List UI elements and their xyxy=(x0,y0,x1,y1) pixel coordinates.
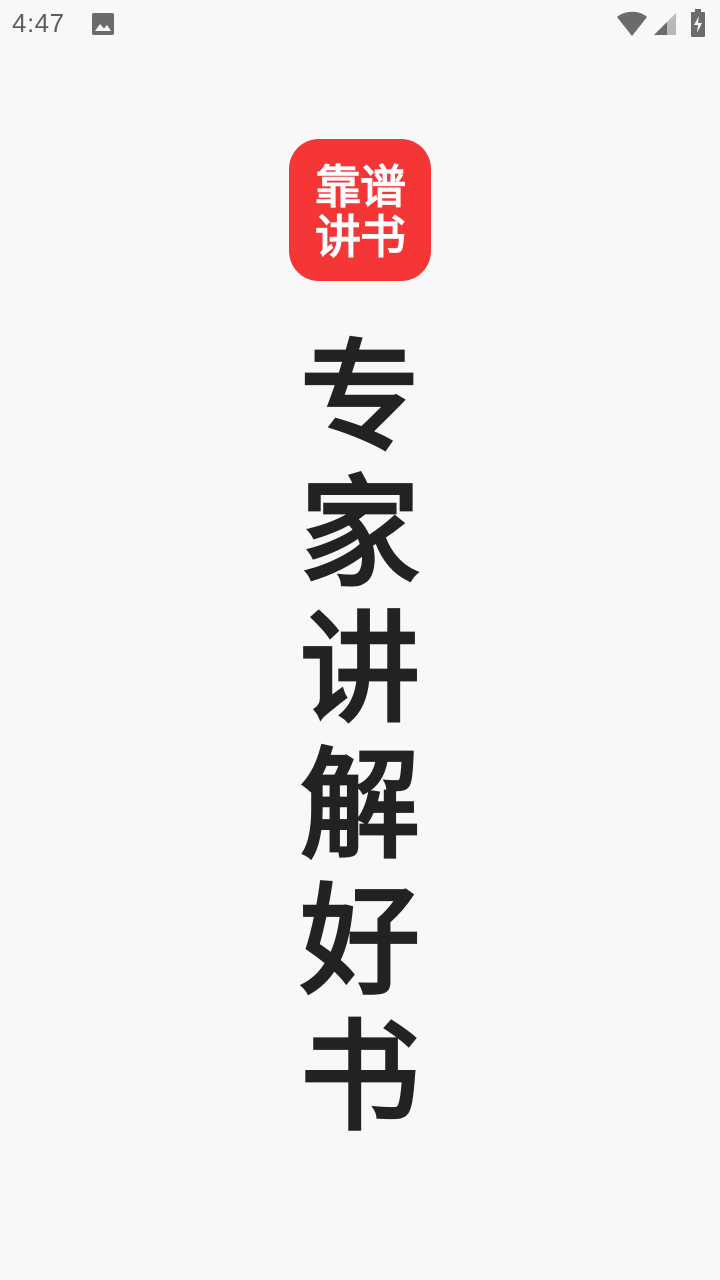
slogan-char: 家 xyxy=(300,463,420,604)
slogan-char: 解 xyxy=(300,735,420,876)
slogan: 专 家 讲 解 好 书 xyxy=(260,330,460,1146)
status-time: 4:47 xyxy=(12,8,65,38)
status-bar: 4:47 xyxy=(0,0,720,50)
logo-text-line-2: 讲书 xyxy=(315,210,406,264)
app-logo: 靠谱 讲书 xyxy=(289,139,431,281)
slogan-char: 专 xyxy=(300,327,420,468)
logo-text-line-1: 靠谱 xyxy=(315,160,406,214)
image-icon xyxy=(92,13,114,35)
signal-icon xyxy=(654,13,676,35)
slogan-char: 好 xyxy=(300,871,420,1012)
wifi-icon xyxy=(617,11,647,36)
slogan-char: 讲 xyxy=(300,599,420,740)
battery-charging-icon xyxy=(691,9,705,37)
slogan-char: 书 xyxy=(300,1007,420,1148)
